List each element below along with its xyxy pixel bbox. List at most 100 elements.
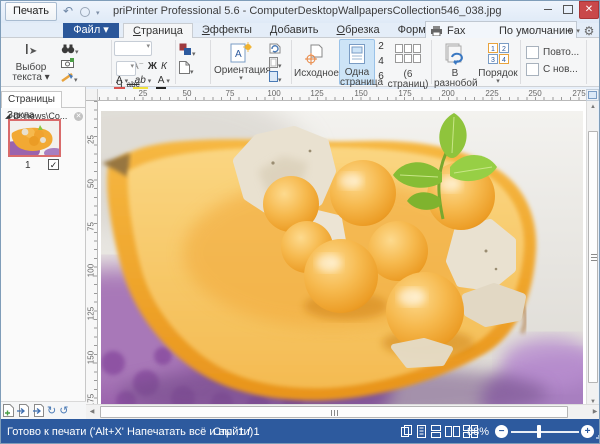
settings-gear-icon[interactable]: ⚙ — [581, 23, 597, 39]
ruler-corner — [86, 89, 98, 101]
svg-text:1: 1 — [491, 46, 495, 53]
text-highlight-red-caret[interactable]: ▾ — [125, 78, 129, 85]
page-tools-bar: ↻ ↺ — [1, 401, 86, 419]
ibeam-cursor-icon: I➤ — [5, 41, 57, 63]
six-pages-grid-icon — [386, 41, 430, 70]
page-flags-group: Повто... С нов... — [526, 42, 586, 76]
find-button[interactable]: ▾ — [61, 41, 107, 55]
ribbon-tab-row: Файл ▾ Страница Эффекты Добавить Обрезка… — [1, 23, 599, 38]
orientation-icon: A — [214, 41, 268, 66]
customize-toolbar-icon[interactable]: ▾ — [96, 9, 100, 17]
vertical-scrollbar[interactable]: ▲ ▼ — [586, 101, 598, 408]
zoom-in-button[interactable]: + — [581, 425, 594, 438]
svg-text:2: 2 — [502, 46, 506, 53]
page-indicator: Стр. 1 / 1 — [213, 419, 260, 444]
scroll-right-icon[interactable]: ▶ — [589, 406, 600, 418]
six-pages-option[interactable]: 6 — [377, 69, 385, 84]
panel-tab-pages[interactable]: Страницы — [1, 91, 62, 108]
horizontal-ruler[interactable]: 25 50 75 100 125 150 175 200 225 250 275 — [98, 89, 586, 101]
resize-grip[interactable] — [596, 435, 600, 439]
page-thumbnail[interactable] — [8, 119, 61, 157]
page-border-button[interactable]: ▾ — [269, 69, 289, 83]
window-title: priPrinter Professional 5.6 - ComputerDe… — [113, 5, 501, 17]
order-grid-icon: 1 2 3 4 — [478, 41, 518, 69]
tab-crop[interactable]: Обрезка — [328, 23, 389, 38]
insert-before-icon[interactable] — [17, 404, 29, 417]
continuous-view-icon[interactable] — [430, 425, 442, 438]
zoom-out-button[interactable]: − — [495, 425, 508, 438]
shuffle-button[interactable]: В разнобой ▾ — [434, 39, 476, 85]
page-colors-button[interactable]: ▾ — [179, 43, 209, 61]
font-color-caret[interactable]: ▾ — [166, 78, 170, 85]
font-color-button[interactable]: А — [156, 74, 167, 90]
two-pages-option[interactable]: 2 — [377, 39, 385, 54]
page-options-column: ▾ ▾ — [269, 41, 289, 83]
redo-circle-icon[interactable] — [80, 7, 90, 17]
tab-insert[interactable]: Добавить — [261, 23, 328, 38]
ribbon-separator — [586, 40, 587, 84]
zoom-slider-track[interactable] — [511, 431, 579, 433]
tab-effects[interactable]: Эффекты — [193, 23, 261, 38]
close-button[interactable]: ✕ — [579, 1, 599, 19]
text-highlight-red-button[interactable]: А — [114, 74, 125, 90]
scroll-left-icon[interactable]: ◀ — [86, 406, 98, 418]
horizontal-scrollbar[interactable]: ◀ ▶ — [86, 404, 600, 419]
font-size-select[interactable] — [116, 61, 136, 76]
snapshot-button[interactable] — [61, 55, 107, 69]
repeat-checkbox[interactable]: Повто... — [526, 46, 586, 59]
add-page-icon[interactable] — [3, 404, 14, 417]
redo-icon[interactable]: ↻ — [47, 404, 56, 418]
horizontal-scroll-thumb[interactable] — [100, 406, 568, 418]
four-pages-option[interactable]: 4 — [377, 54, 385, 69]
single-page-view-icon[interactable] — [416, 425, 427, 438]
six-pages-layout-button[interactable]: (6 страниц) 3 x 2 ▾ — [386, 39, 430, 85]
ribbon-separator — [291, 40, 292, 84]
close-document-icon[interactable]: ✕ — [74, 112, 83, 121]
profile-dropdown-icon: ▾ — [576, 27, 580, 35]
pages-count-column: 2 4 6 — [377, 39, 385, 84]
highlight-color-button[interactable]: ab — [133, 74, 148, 90]
one-page-layout-button[interactable]: Одна страница — [339, 39, 375, 85]
new-page-checkbox[interactable]: С нов... — [526, 63, 586, 76]
printer-icon — [430, 25, 443, 36]
svg-text:A: A — [235, 49, 242, 60]
ribbon: I➤ Выбор текста ▾ ▾ ▾ А⁺А⁻ЖКЧabc — [1, 38, 599, 87]
maximize-button[interactable] — [559, 1, 577, 19]
minimize-button[interactable] — [539, 1, 557, 19]
book-view-icon[interactable] — [400, 425, 413, 438]
vertical-scroll-thumb[interactable] — [588, 131, 598, 383]
refresh-page-button[interactable] — [269, 41, 289, 55]
order-button[interactable]: 1 2 3 4 Порядок ▾ — [478, 39, 518, 85]
select-text-button[interactable]: I➤ Выбор текста ▾ — [5, 39, 57, 85]
ribbon-separator — [175, 40, 176, 84]
priprinter-window: Печать ↶ ▾ priPrinter Professional 5.6 -… — [0, 0, 600, 444]
quick-print-button[interactable]: Печать — [5, 2, 57, 21]
font-family-select[interactable] — [114, 41, 152, 56]
svg-text:3: 3 — [491, 57, 495, 64]
undo-icon[interactable]: ↶ — [63, 4, 73, 18]
page-enabled-checkbox[interactable]: ✓ — [48, 159, 59, 170]
ribbon-separator — [431, 40, 432, 84]
title-bar: Печать ↶ ▾ priPrinter Professional 5.6 -… — [1, 1, 599, 23]
orientation-button[interactable]: A Ориентация ▾ — [214, 39, 268, 85]
undo-arrow-icon[interactable]: ↺ — [59, 404, 68, 418]
status-bar: Готово к печати ('Alt+X' Напечатать всё … — [1, 419, 599, 444]
pages-panel: СтраницыЗакла ◢ D:\news\Co... ✕ 1 ✓ — [1, 87, 86, 401]
ribbon-separator — [520, 40, 521, 84]
page-setup-button[interactable]: ▾ — [179, 61, 209, 79]
scroll-up-icon[interactable]: ▲ — [587, 101, 599, 113]
shuffle-pages-icon — [434, 41, 476, 69]
tab-page[interactable]: Страница — [123, 23, 193, 38]
thumbnail-page-number: 1 — [25, 160, 31, 171]
original-layout-button[interactable]: Исходное — [294, 39, 338, 85]
measure-button[interactable]: ▾ — [61, 69, 107, 83]
file-menu-button[interactable]: Файл ▾ — [63, 23, 119, 38]
vertical-ruler[interactable]: 25 50 75 100 125 150 175 — [86, 101, 98, 408]
zoom-slider-thumb[interactable] — [537, 425, 541, 438]
ruler-options-icon[interactable] — [586, 89, 599, 101]
highlight-color-caret[interactable]: ▾ — [148, 78, 152, 85]
page-preview[interactable] — [98, 101, 586, 408]
page-margins-button[interactable]: ▾ — [269, 55, 289, 69]
two-pages-view-icon[interactable] — [445, 425, 460, 438]
insert-after-icon[interactable] — [32, 404, 44, 417]
